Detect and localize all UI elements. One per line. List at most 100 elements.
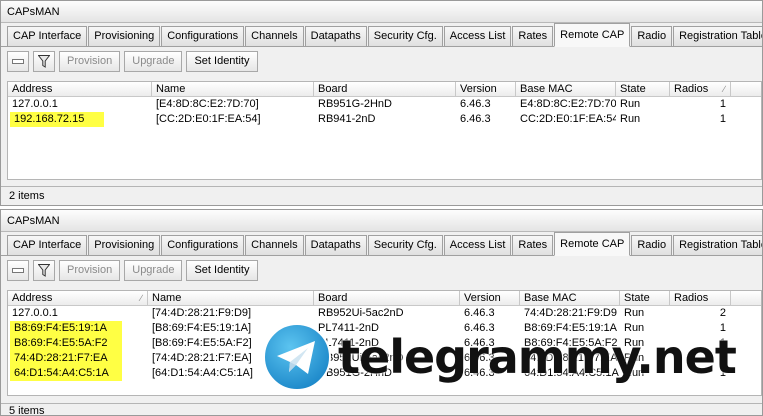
column-address[interactable]: Address [8,82,152,97]
table-header: Address Name Board Version Base MAC Stat… [8,82,761,97]
tab-access-list[interactable]: Access List [443,26,512,46]
capsman-window-2: CAPsMAN CAP Interface Provisioning Confi… [0,209,763,416]
cell-version: 6.46.3 [464,367,495,379]
column-version[interactable]: Version [460,291,520,306]
remove-button[interactable] [7,259,29,281]
cell-board: PL7411-2nD [318,322,379,334]
tab-radio[interactable]: Radio [631,26,673,46]
tab-channels[interactable]: Channels [245,26,304,46]
remove-button[interactable] [7,50,29,72]
column-board[interactable]: Board [314,291,460,306]
tab-datapaths[interactable]: Datapaths [304,26,367,46]
tab-rates[interactable]: Rates [512,26,554,46]
filter-button[interactable] [33,50,55,72]
status-bar: 2 items [1,186,762,205]
cell-version: 6.46.3 [464,352,495,364]
cell-radios: 1 [719,98,726,110]
table-row[interactable]: 127.0.0.1 [74:4D:28:21:F9:D9] RB952Ui-5a… [8,306,761,321]
table-row[interactable]: 192.168.72.15 [CC:2D:E0:1F:EA:54] RB941-… [8,112,761,127]
minus-icon [12,58,24,64]
cell-radios: 1 [719,367,726,379]
provision-button[interactable]: Provision [59,259,121,281]
cell-state: Run [620,98,641,110]
tab-cap-interface[interactable]: CAP Interface [7,26,88,46]
cell-name: [B8:69:F4:E5:19:1A] [152,322,252,334]
cell-state: Run [624,352,645,364]
cell-radios: 2 [719,352,726,364]
set-identity-button[interactable]: Set Identity [186,259,258,281]
column-state[interactable]: State [620,291,670,306]
column-name[interactable]: Name [148,291,314,306]
cell-board: RB951G-2HnD [318,98,392,110]
tab-remote-cap[interactable]: Remote CAP [554,23,631,47]
tab-configurations[interactable]: Configurations [161,235,245,255]
filter-icon [38,263,50,277]
cell-version: 6.46.3 [460,113,491,125]
tab-datapaths[interactable]: Datapaths [304,235,367,255]
column-base-mac[interactable]: Base MAC [516,82,616,97]
tab-radio[interactable]: Radio [631,235,673,255]
status-bar: 5 items [1,403,762,415]
tab-cap-interface[interactable]: CAP Interface [7,235,88,255]
cell-name: [64:D1:54:A4:C5:1A] [152,367,253,379]
upgrade-button[interactable]: Upgrade [124,50,183,72]
cell-name: [CC:2D:E0:1F:EA:54] [156,113,261,125]
cell-address-highlighted: 192.168.72.15 [10,112,104,127]
cell-base-mac: 74:4D:28:21:F9:D9 [524,307,617,319]
cell-name: [74:4D:28:21:F7:EA] [152,352,252,364]
toolbar: Provision Upgrade Set Identity [1,47,762,75]
column-radios[interactable]: Radios ∕ [670,82,731,97]
cell-version: 6.46.3 [464,322,495,334]
tab-channels[interactable]: Channels [245,235,304,255]
cell-address-highlighted: 64:D1:54:A4:C5:1A [10,366,122,381]
table-row[interactable]: 127.0.0.1 [E4:8D:8C:E2:7D:70] RB951G-2Hn… [8,97,761,112]
table-row[interactable]: B8:69:F4:E5:19:1A [B8:69:F4:E5:19:1A] PL… [8,321,761,336]
filter-icon [38,54,50,68]
tab-rates[interactable]: Rates [512,235,554,255]
provision-button[interactable]: Provision [59,50,121,72]
column-base-mac[interactable]: Base MAC [520,291,620,306]
tab-registration-table[interactable]: Registration Table [673,235,762,255]
column-name[interactable]: Name [152,82,314,97]
cell-radios: 1 [719,337,726,349]
cell-base-mac: B8:69:F4:E5:5A:F2 [524,337,618,349]
column-version[interactable]: Version [456,82,516,97]
column-address[interactable]: Address ∕ [8,291,148,306]
window-title: CAPsMAN [1,1,762,23]
tab-access-list[interactable]: Access List [443,235,512,255]
tab-configurations[interactable]: Configurations [161,26,245,46]
table-header: Address ∕ Name Board Version Base MAC Sta… [8,291,761,306]
cell-state: Run [624,337,645,349]
cell-base-mac: 74:4D:28:21:F7:EA [524,352,618,364]
filter-button[interactable] [33,259,55,281]
cell-board: PL7411-2nD [318,337,379,349]
table-row[interactable]: 74:4D:28:21:F7:EA [74:4D:28:21:F7:EA] RB… [8,351,761,366]
tab-bar: CAP Interface Provisioning Configuration… [1,23,762,47]
cell-address-highlighted: 74:4D:28:21:F7:EA [10,351,122,366]
cell-state: Run [624,307,645,319]
tab-provisioning[interactable]: Provisioning [88,26,161,46]
sort-indicator-icon: ∕ [723,84,725,94]
column-address-label: Address [12,292,53,304]
tab-remote-cap[interactable]: Remote CAP [554,232,631,256]
tab-registration-table[interactable]: Registration Table [673,26,762,46]
column-state[interactable]: State [616,82,670,97]
table-row[interactable]: B8:69:F4:E5:5A:F2 [B8:69:F4:E5:5A:F2] PL… [8,336,761,351]
remote-cap-table: Address Name Board Version Base MAC Stat… [7,81,762,180]
cell-radios: 1 [719,113,726,125]
tab-provisioning[interactable]: Provisioning [88,235,161,255]
column-board[interactable]: Board [314,82,456,97]
cell-version: 6.46.3 [460,98,491,110]
cell-state: Run [624,367,645,379]
cell-base-mac: 64:D1:54:A4:C5:1A [524,367,619,379]
upgrade-button[interactable]: Upgrade [124,259,183,281]
set-identity-button[interactable]: Set Identity [186,50,258,72]
cell-address: 127.0.0.1 [12,98,58,110]
cell-board: RB941-2nD [318,113,376,125]
tab-security-cfg[interactable]: Security Cfg. [367,26,443,46]
tab-security-cfg[interactable]: Security Cfg. [367,235,443,255]
column-radios[interactable]: Radios [670,291,731,306]
table-row[interactable]: 64:D1:54:A4:C5:1A [64:D1:54:A4:C5:1A] RB… [8,366,761,381]
cell-version: 6.46.3 [464,337,495,349]
cell-address-highlighted: B8:69:F4:E5:19:1A [10,321,122,336]
